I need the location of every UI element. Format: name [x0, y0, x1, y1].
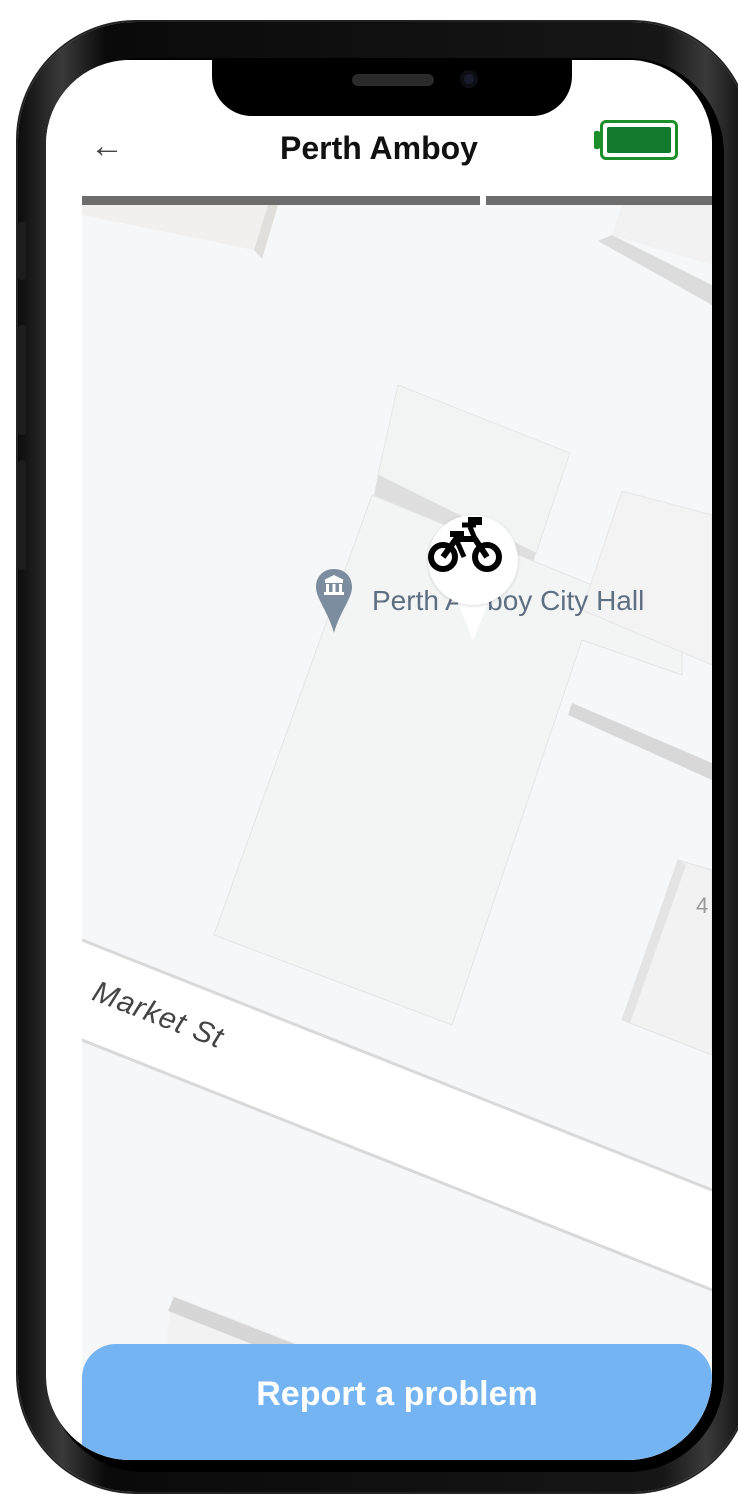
- progress-segment-1: [82, 196, 480, 205]
- report-problem-button[interactable]: Report a problem: [82, 1344, 712, 1460]
- city-hall-pin-icon[interactable]: [314, 567, 354, 635]
- phone-screen: ← Perth Amboy Perth Amboy City Hall Mark…: [46, 60, 712, 1460]
- notch: [212, 60, 572, 116]
- address-number: 4: [696, 893, 709, 918]
- bicycle-icon: [428, 517, 502, 572]
- map-base-layer: [82, 205, 712, 1460]
- building-block: [82, 205, 268, 250]
- front-camera: [460, 70, 478, 88]
- speaker-grille: [352, 74, 434, 86]
- building-block-side: [568, 703, 712, 780]
- building-block: [621, 859, 712, 1056]
- mute-switch: [18, 222, 26, 280]
- map-view[interactable]: Perth Amboy City Hall Market St 4 oogle: [82, 205, 712, 1460]
- marker-circle: [428, 515, 518, 605]
- volume-up-button: [18, 325, 26, 435]
- bike-location-marker[interactable]: [428, 515, 518, 655]
- progress-segment-2: [486, 196, 712, 205]
- battery-full-icon: [600, 120, 678, 160]
- volume-down-button: [18, 460, 26, 570]
- battery-level-fill: [607, 127, 671, 153]
